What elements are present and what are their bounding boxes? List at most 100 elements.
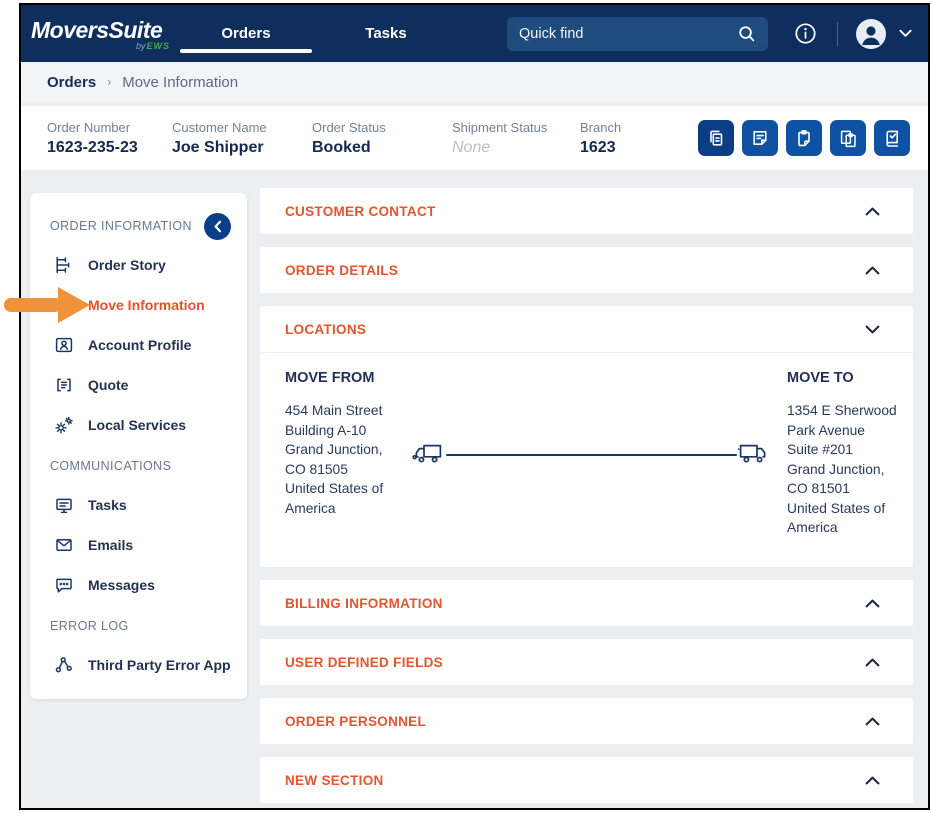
- sidebar-item-label: Order Story: [88, 257, 166, 273]
- info-icon[interactable]: [794, 22, 817, 45]
- sidebar-item-label: Local Services: [88, 417, 186, 433]
- sidebar-item-tasks[interactable]: Tasks: [30, 485, 247, 525]
- section-order-details: ORDER DETAILS: [260, 247, 913, 293]
- section-title: BILLING INFORMATION: [285, 596, 443, 611]
- tasks-icon: [54, 495, 74, 515]
- third-party-error-icon: [54, 655, 74, 675]
- route-line: [446, 454, 737, 456]
- field-branch: Branch 1623: [580, 120, 621, 157]
- copy-document-icon[interactable]: [698, 120, 734, 156]
- field-order-status: Order Status Booked: [312, 120, 452, 157]
- search-icon[interactable]: [737, 24, 756, 43]
- field-value: 1623: [580, 139, 621, 157]
- section-billing-information: BILLING INFORMATION: [260, 580, 913, 626]
- annotation-arrow-icon: [4, 286, 92, 329]
- sidebar-group-label: COMMUNICATIONS: [50, 459, 171, 473]
- field-label: Customer Name: [172, 120, 312, 135]
- chevron-down-icon[interactable]: [899, 29, 912, 38]
- field-order-number: Order Number 1623-235-23: [47, 120, 172, 157]
- sidebar-item-label: Messages: [88, 577, 155, 593]
- user-avatar[interactable]: [856, 19, 886, 49]
- field-customer-name: Customer Name Joe Shipper: [172, 120, 312, 157]
- quick-find-search[interactable]: [507, 17, 768, 51]
- chevron-up-icon[interactable]: [865, 207, 880, 216]
- locations-panel: MOVE FROM 454 Main StreetBuilding A-10Gr…: [260, 352, 913, 567]
- section-header[interactable]: USER DEFINED FIELDS: [260, 639, 913, 685]
- sidebar-item-label: Quote: [88, 377, 128, 393]
- sidebar-item-label: Account Profile: [88, 337, 191, 353]
- sidebar-item-messages[interactable]: Messages: [30, 565, 247, 605]
- field-value: Joe Shipper: [172, 139, 312, 157]
- sidebar-group-error-log: ERROR LOG: [30, 607, 247, 645]
- section-header[interactable]: ORDER PERSONNEL: [260, 698, 913, 744]
- move-to-address: 1354 E SherwoodPark AvenueSuite #201Gran…: [787, 401, 907, 538]
- section-locations: LOCATIONS MOVE FROM 454 Main StreetBuild…: [260, 306, 913, 567]
- move-to-heading: MOVE TO: [787, 370, 907, 386]
- sidebar-item-label: Emails: [88, 537, 133, 553]
- clipboard-copy-icon[interactable]: [830, 120, 866, 156]
- sidebar-item-label: Third Party Error App: [88, 657, 231, 673]
- moverssuite-logo: MoversSuite byEWS: [31, 17, 176, 51]
- section-title: ORDER DETAILS: [285, 263, 398, 278]
- move-from-block: MOVE FROM 454 Main StreetBuilding A-10Gr…: [285, 370, 420, 518]
- note-icon[interactable]: [742, 120, 778, 156]
- chevron-up-icon[interactable]: [865, 266, 880, 275]
- move-to-block: MOVE TO 1354 E SherwoodPark AvenueSuite …: [787, 370, 907, 538]
- section-header[interactable]: CUSTOMER CONTACT: [260, 188, 913, 234]
- sidebar-item-order-story[interactable]: Order Story: [30, 245, 247, 285]
- sidebar-group-communications: COMMUNICATIONS: [30, 447, 247, 485]
- chevron-up-icon[interactable]: [865, 717, 880, 726]
- breadcrumb-current-page: Move Information: [122, 74, 238, 91]
- breadcrumb: Orders › Move Information: [21, 62, 928, 102]
- sidebar-item-account-profile[interactable]: Account Profile: [30, 325, 247, 365]
- app-window: MoversSuite byEWS Orders Tasks: [19, 3, 930, 810]
- sidebar-item-local-services[interactable]: Local Services: [30, 405, 247, 445]
- field-label: Order Status: [312, 120, 452, 135]
- chevron-up-icon[interactable]: [865, 599, 880, 608]
- navbar-divider: [837, 22, 838, 46]
- section-customer-contact: CUSTOMER CONTACT: [260, 188, 913, 234]
- section-title: ORDER PERSONNEL: [285, 714, 426, 729]
- section-order-personnel: ORDER PERSONNEL: [260, 698, 913, 744]
- book-check-icon[interactable]: [874, 120, 910, 156]
- search-input[interactable]: [519, 26, 737, 42]
- order-sidebar: ORDER INFORMATION Order Story: [30, 193, 247, 699]
- field-value: Booked: [312, 139, 452, 157]
- move-information-content: CUSTOMER CONTACT ORDER DETAILS LOCATIONS: [260, 188, 913, 810]
- field-label: Order Number: [47, 120, 172, 135]
- section-header[interactable]: ORDER DETAILS: [260, 247, 913, 293]
- tab-orders[interactable]: Orders: [176, 5, 316, 62]
- sidebar-group-label: ORDER INFORMATION: [50, 219, 192, 233]
- field-label: Shipment Status: [452, 120, 580, 135]
- section-title: CUSTOMER CONTACT: [285, 204, 436, 219]
- logo-brand-text: MoversSuite: [31, 17, 176, 44]
- chevron-down-icon[interactable]: [865, 325, 880, 334]
- truck-destination-icon: [738, 441, 769, 472]
- sidebar-group-order-information: ORDER INFORMATION: [30, 207, 247, 245]
- sidebar-item-quote[interactable]: Quote: [30, 365, 247, 405]
- quote-icon: [54, 375, 74, 395]
- section-new-section: NEW SECTION: [260, 757, 913, 803]
- section-header[interactable]: LOCATIONS: [260, 306, 913, 352]
- section-header[interactable]: BILLING INFORMATION: [260, 580, 913, 626]
- section-user-defined-fields: USER DEFINED FIELDS: [260, 639, 913, 685]
- emails-icon: [54, 535, 74, 555]
- local-services-icon: [54, 415, 74, 435]
- chevron-up-icon[interactable]: [865, 776, 880, 785]
- order-story-icon: [54, 255, 74, 275]
- chevron-up-icon[interactable]: [865, 658, 880, 667]
- clipboard-icon[interactable]: [786, 120, 822, 156]
- breadcrumb-orders-link[interactable]: Orders: [47, 74, 96, 91]
- section-title: LOCATIONS: [285, 322, 366, 337]
- tab-tasks[interactable]: Tasks: [316, 5, 456, 62]
- sidebar-item-third-party-error-app[interactable]: Third Party Error App: [30, 645, 247, 685]
- field-value: None: [452, 139, 580, 157]
- sidebar-item-emails[interactable]: Emails: [30, 525, 247, 565]
- move-from-address: 454 Main StreetBuilding A-10Grand Juncti…: [285, 401, 420, 518]
- tab-orders-label: Orders: [221, 25, 270, 42]
- sidebar-collapse-button[interactable]: [204, 213, 231, 240]
- tab-tasks-label: Tasks: [365, 25, 406, 42]
- field-shipment-status: Shipment Status None: [452, 120, 580, 157]
- truck-origin-icon: [412, 441, 443, 472]
- section-header[interactable]: NEW SECTION: [260, 757, 913, 803]
